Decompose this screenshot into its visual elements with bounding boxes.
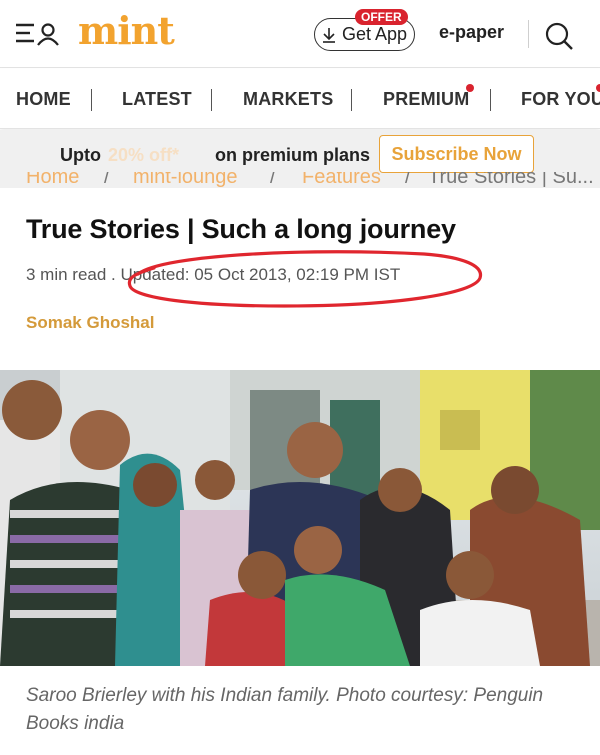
download-icon <box>322 27 335 43</box>
breadcrumb-item[interactable]: Home <box>26 172 79 188</box>
search-icon[interactable] <box>544 21 574 51</box>
breadcrumb-separator: / <box>104 172 110 188</box>
main-nav: HOME LATEST MARKETS PREMIUM FOR YOU <box>0 69 600 129</box>
nav-separator <box>490 89 491 111</box>
nav-separator <box>91 89 92 111</box>
nav-for-you[interactable]: FOR YOU <box>521 89 600 110</box>
nav-latest[interactable]: LATEST <box>122 89 192 110</box>
top-header: mint Get App OFFER e-paper <box>0 0 600 68</box>
promo-discount: 20% off* <box>108 145 180 165</box>
article-photo <box>0 370 600 666</box>
promo-strip: Upto 20% off* on premium plans Subscribe… <box>0 130 600 188</box>
nav-home[interactable]: HOME <box>16 89 71 110</box>
breadcrumb: Home / mint-lounge / Features / True Sto… <box>0 172 600 188</box>
breadcrumb-item[interactable]: Features <box>302 172 381 188</box>
breadcrumb-current: True Stories | Su... <box>428 172 594 188</box>
nav-separator <box>211 89 212 111</box>
epaper-link[interactable]: e-paper <box>439 22 504 43</box>
for-you-notification-dot <box>596 84 600 92</box>
nav-separator <box>351 89 352 111</box>
breadcrumb-separator: / <box>270 172 276 188</box>
mint-logo[interactable]: mint <box>78 8 175 53</box>
nav-markets[interactable]: MARKETS <box>243 89 333 110</box>
get-app-label: Get App <box>341 24 408 44</box>
breadcrumb-item[interactable]: mint-lounge <box>133 172 238 188</box>
family-photo-illustration <box>0 370 600 666</box>
breadcrumb-separator: / <box>405 172 411 188</box>
read-time: 3 min read . <box>26 265 116 284</box>
offer-badge: OFFER <box>355 9 408 25</box>
premium-notification-dot <box>466 84 474 92</box>
red-circle-annotation <box>127 250 483 308</box>
author-name[interactable]: Somak Ghoshal <box>26 313 154 333</box>
header-divider <box>528 20 529 48</box>
promo-prefix: Upto <box>60 145 101 165</box>
nav-premium[interactable]: PREMIUM <box>383 89 469 110</box>
article-title: True Stories | Such a long journey <box>26 214 456 244</box>
promo-suffix: on premium plans <box>215 145 371 165</box>
hamburger-menu-icon[interactable] <box>16 22 60 46</box>
subscribe-now-button[interactable]: Subscribe Now <box>379 135 534 173</box>
photo-caption: Saroo Brierley with his Indian family. P… <box>26 685 544 734</box>
